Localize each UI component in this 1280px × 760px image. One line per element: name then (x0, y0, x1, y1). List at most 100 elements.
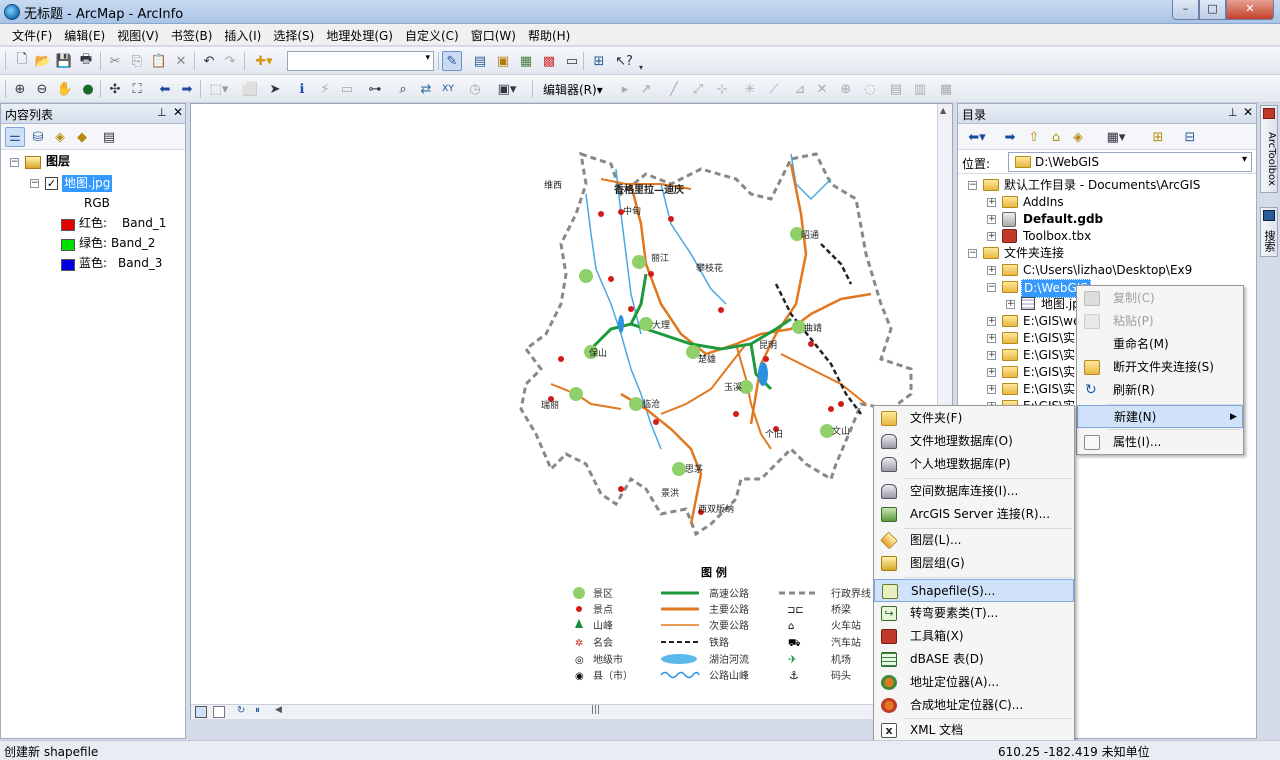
expand-icon[interactable]: + (987, 198, 996, 207)
up-one-level-icon[interactable]: ⇧ (1024, 127, 1044, 147)
toggle-contents-icon[interactable]: ⊟ (1180, 127, 1200, 147)
layout-view-icon[interactable] (213, 706, 225, 718)
undo-icon[interactable]: ↶ (199, 51, 219, 71)
pause-drawing-icon[interactable]: ⏸ (255, 705, 260, 716)
menu-view[interactable]: 视图(V) (111, 24, 165, 46)
full-extent-icon[interactable]: ● (78, 79, 98, 99)
point-icon[interactable]: ⊹ (712, 79, 732, 99)
zoom-in-icon[interactable]: ⊕ (10, 79, 30, 99)
map-view[interactable]: 香格里拉—迪庆 中甸 丽江 大理 楚雄 昆明 曲靖 玉溪 个旧 文山 思茅 景洪… (190, 103, 953, 719)
new-toolbox[interactable]: 工具箱(X) (874, 625, 1074, 648)
tree-item[interactable]: E:\GIS\we (1023, 313, 1080, 330)
new-turn-feature-class[interactable]: ↪ 转弯要素类(T)... (874, 602, 1074, 625)
back-extent-icon[interactable]: ⬅ (155, 79, 175, 99)
location-combo[interactable]: D:\WebGIS ▾ (1008, 152, 1252, 172)
collapse-icon[interactable]: − (987, 283, 996, 292)
tree-item[interactable]: E:\GIS\实 (1023, 330, 1075, 347)
default-gdb-icon[interactable]: ◈ (1068, 127, 1088, 147)
home-icon[interactable]: ⌂ (1046, 127, 1066, 147)
hyperlink-icon[interactable]: ⚡ (315, 79, 335, 99)
new-layer[interactable]: 图层(L)... (874, 529, 1074, 552)
html-popup-icon[interactable]: ▭ (337, 79, 357, 99)
tree-item[interactable]: E:\GIS\实 (1023, 347, 1075, 364)
save-icon[interactable]: 💾 (54, 51, 74, 71)
expand-icon[interactable]: + (987, 385, 996, 394)
expand-icon[interactable]: + (987, 351, 996, 360)
menu-bookmarks[interactable]: 书签(B) (165, 24, 219, 46)
open-icon[interactable]: 📂 (33, 51, 53, 71)
tree-item[interactable]: 默认工作目录 - Documents\ArcGIS (1004, 177, 1200, 194)
select-elements-icon[interactable]: ➤ (265, 79, 285, 99)
edit-vertices-icon[interactable]: ▥ (910, 79, 930, 99)
collapse-icon[interactable]: − (968, 181, 977, 190)
redo-icon[interactable]: ↷ (220, 51, 240, 71)
menu-file[interactable]: 文件(F) (6, 24, 58, 46)
copy-icon[interactable]: ⎘ (127, 51, 147, 71)
layer-name[interactable]: 地图.jpg (62, 175, 113, 192)
straight-segment-icon[interactable]: ╱ (664, 79, 684, 99)
data-view-icon[interactable] (195, 706, 207, 718)
new-document-icon[interactable]: 🗋 (12, 51, 32, 71)
forward-extent-icon[interactable]: ➡ (177, 79, 197, 99)
go-to-xy-icon[interactable]: XY (438, 79, 458, 99)
forward-icon[interactable]: ➡ (1000, 127, 1020, 147)
toc-window-icon[interactable]: ▤ (470, 51, 490, 71)
new-xml-document[interactable]: x XML 文档 (874, 719, 1074, 742)
ctx-copy[interactable]: 复制(C) (1077, 287, 1243, 310)
pin-icon[interactable]: ⊥ (157, 106, 167, 119)
cut-icon[interactable]: ✂ (105, 51, 125, 71)
identify-icon[interactable]: ℹ (292, 79, 312, 99)
expand-icon[interactable]: + (987, 334, 996, 343)
menu-customize[interactable]: 自定义(C) (399, 24, 465, 46)
ctx-rename[interactable]: 重命名(M) (1077, 333, 1243, 356)
python-window-icon[interactable]: ▭ (562, 51, 582, 71)
minimize-button[interactable]: – (1172, 0, 1199, 20)
new-address-locator[interactable]: 地址定位器(A)... (874, 671, 1074, 694)
catalog-window-icon[interactable]: ▣ (493, 51, 513, 71)
maximize-button[interactable]: □ (1199, 0, 1226, 20)
rotate-icon[interactable]: ✕ (812, 79, 832, 99)
layer-visibility-checkbox[interactable]: ✓ (45, 177, 58, 190)
delete-icon[interactable]: ✕ (171, 51, 191, 71)
select-features-icon[interactable]: ⬚▾ (205, 79, 233, 99)
tree-item[interactable]: AddIns (1023, 194, 1064, 211)
tree-item[interactable]: C:\Users\lizhao\Desktop\Ex9 (1023, 262, 1192, 279)
print-icon[interactable]: 🖶 (76, 51, 96, 71)
find-icon[interactable]: ⌕ (393, 79, 413, 99)
attributes-icon[interactable]: ⊕ (836, 79, 856, 99)
expand-icon[interactable]: + (1006, 300, 1015, 309)
back-icon[interactable]: ⬅▾ (962, 127, 992, 147)
scroll-thumb-icon[interactable]: ||| (591, 705, 600, 715)
cut-polygon-icon[interactable]: ⟋ (764, 79, 784, 99)
new-arcgis-server-connection[interactable]: ArcGIS Server 连接(R)... (874, 503, 1074, 526)
menu-windows[interactable]: 窗口(W) (465, 24, 522, 46)
menu-geoprocessing[interactable]: 地理处理(G) (320, 24, 399, 46)
view-options-icon[interactable]: ▦▾ (1098, 127, 1134, 147)
toolbar-options-icon[interactable]: ▾ (636, 61, 646, 73)
chevron-down-icon[interactable]: ▾ (1242, 154, 1247, 165)
ctx-refresh[interactable]: ↻ 刷新(R) (1077, 379, 1243, 402)
expand-icon[interactable]: + (987, 368, 996, 377)
tree-item[interactable]: E:\GIS\实 (1023, 364, 1075, 381)
ctx-disconnect-folder[interactable]: 断开文件夹连接(S) (1077, 356, 1243, 379)
list-by-visibility-icon[interactable]: ◈ (50, 127, 70, 147)
zoom-out-icon[interactable]: ⊖ (32, 79, 52, 99)
ctx-paste[interactable]: 粘贴(P) (1077, 310, 1243, 333)
tree-item[interactable]: Toolbox.tbx (1023, 228, 1091, 245)
edit-tool-icon[interactable]: ▸ (615, 79, 635, 99)
fixed-zoom-in-icon[interactable]: ✣ (105, 79, 125, 99)
sketch-properties-icon[interactable]: ◌ (860, 79, 880, 99)
modelbuilder-icon[interactable]: ⊞ (589, 51, 609, 71)
scroll-up-icon[interactable]: ▲ (940, 106, 950, 116)
tree-item[interactable]: E:\GIS\实 (1023, 381, 1075, 398)
time-slider-icon[interactable]: ◷ (465, 79, 485, 99)
close-button[interactable]: ✕ (1226, 0, 1274, 20)
reshape-icon[interactable]: ⊿ (790, 79, 810, 99)
list-by-drawing-order-icon[interactable]: ⚌ (5, 127, 25, 147)
menu-help[interactable]: 帮助(H) (522, 24, 576, 46)
editor-options-icon[interactable]: ▦ (936, 79, 956, 99)
menu-edit[interactable]: 编辑(E) (58, 24, 111, 46)
new-composite-address-locator[interactable]: 合成地址定位器(C)... (874, 694, 1074, 717)
new-folder[interactable]: 文件夹(F) (874, 407, 1074, 430)
clear-selection-icon[interactable]: ⬜ (240, 79, 260, 99)
